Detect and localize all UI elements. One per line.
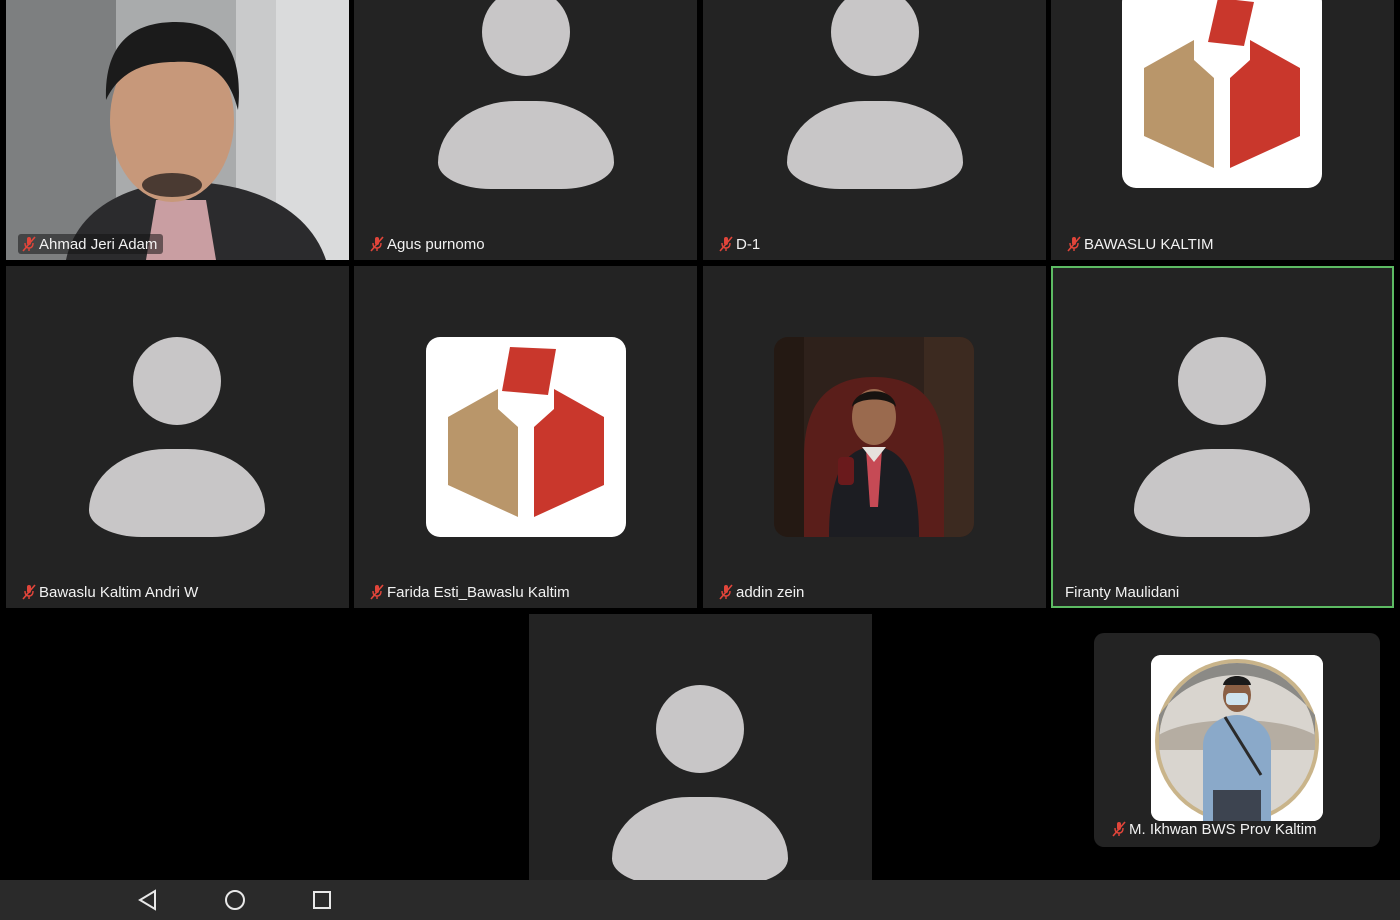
mic-off-icon <box>719 584 733 600</box>
self-view-tile[interactable]: M. Ikhwan BWS Prov Kaltim <box>1094 633 1380 847</box>
bawaslu-logo-icon <box>1144 0 1300 168</box>
participant-name: D-1 <box>736 235 761 253</box>
back-button[interactable] <box>134 888 162 912</box>
participant-name: Firanty Maulidani <box>1065 583 1180 601</box>
default-avatar-icon <box>133 337 221 425</box>
bawaslu-logo <box>1122 0 1322 188</box>
participant-name-tag: Agus purnomo <box>366 234 491 254</box>
video-tile[interactable]: addin zein <box>703 266 1046 608</box>
video-tile[interactable]: Agus purnomo <box>354 0 697 260</box>
default-avatar-icon <box>482 0 570 76</box>
video-tile[interactable]: BAWASLU KALTIM <box>1051 0 1394 260</box>
default-avatar-body <box>1134 449 1310 537</box>
profile-photo-image <box>774 337 974 537</box>
participant-name: addin zein <box>736 583 805 601</box>
mic-off-icon <box>719 236 733 252</box>
profile-photo <box>1151 655 1323 821</box>
default-avatar-icon <box>1178 337 1266 425</box>
default-avatar-body <box>438 101 614 189</box>
participant-name-tag: D-1 <box>715 234 766 254</box>
participant-name: BAWASLU KALTIM <box>1084 235 1214 253</box>
participant-name: Farida Esti_Bawaslu Kaltim <box>387 583 570 601</box>
default-avatar-body <box>612 797 788 880</box>
mic-off-icon <box>22 584 36 600</box>
bawaslu-logo-icon <box>448 347 604 517</box>
participant-name-tag: Firanty Maulidani <box>1061 582 1185 602</box>
participant-name-tag: Farida Esti_Bawaslu Kaltim <box>366 582 576 602</box>
recents-button[interactable] <box>308 888 336 912</box>
home-circle-icon <box>225 890 245 910</box>
default-avatar-icon <box>831 0 919 76</box>
participant-name: Bawaslu Kaltim Andri W <box>39 583 199 601</box>
participant-name-tag: addin zein <box>715 582 810 602</box>
video-tile[interactable]: Ahmad Jeri Adam <box>6 0 349 260</box>
profile-photo-image <box>1151 655 1323 821</box>
mic-off-icon <box>370 584 384 600</box>
system-navigation-bar <box>0 880 1400 920</box>
back-triangle-icon <box>138 889 156 911</box>
participant-name: M. Ikhwan BWS Prov Kaltim <box>1129 820 1317 838</box>
participant-name-tag: BAWASLU KALTIM <box>1063 234 1219 254</box>
camera-feed <box>6 0 349 260</box>
bawaslu-logo <box>426 337 626 537</box>
participant-name-tag: M. Ikhwan BWS Prov Kaltim <box>1108 819 1323 839</box>
default-avatar-icon <box>656 685 744 773</box>
home-button[interactable] <box>221 888 249 912</box>
video-tile-active-speaker[interactable]: Firanty Maulidani <box>1051 266 1394 608</box>
participant-name-tag: Bawaslu Kaltim Andri W <box>18 582 204 602</box>
recents-square-icon <box>313 891 331 909</box>
default-avatar-body <box>89 449 265 537</box>
participant-name: Ahmad Jeri Adam <box>39 235 158 253</box>
mic-off-icon <box>1067 236 1081 252</box>
participant-name: Agus purnomo <box>387 235 485 253</box>
video-tile[interactable]: Bawaslu Kaltim Andri W <box>6 266 349 608</box>
profile-photo <box>774 337 974 537</box>
participant-name-tag: Ahmad Jeri Adam <box>18 234 164 254</box>
video-tile[interactable]: D-1 <box>703 0 1046 260</box>
mic-off-icon <box>1112 821 1126 837</box>
default-avatar-body <box>787 101 963 189</box>
mic-off-icon <box>370 236 384 252</box>
video-tile[interactable] <box>529 614 872 880</box>
video-tile[interactable]: Farida Esti_Bawaslu Kaltim <box>354 266 697 608</box>
mic-off-icon <box>22 236 36 252</box>
